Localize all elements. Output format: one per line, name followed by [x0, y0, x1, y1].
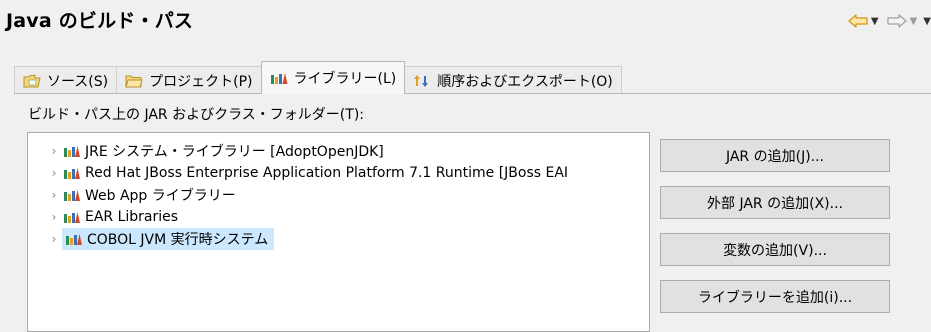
tab-underline	[14, 93, 931, 94]
expand-chevron-icon[interactable]: ›	[46, 210, 62, 224]
forward-button[interactable]: ▼	[885, 14, 920, 28]
tab-projects[interactable]: プロジェクト(P)	[116, 66, 262, 94]
tree-item-label: Web App ライブラリー	[85, 188, 236, 204]
tab-projects-label: プロジェクト(P)	[149, 73, 253, 90]
back-arrow-icon	[848, 14, 868, 28]
back-dropdown-chevron-icon[interactable]: ▼	[871, 16, 879, 27]
tab-source[interactable]: ソース(S)	[14, 66, 118, 94]
tree-item-label: COBOL JVM 実行時システム	[87, 232, 269, 248]
tree-item-label: EAR Libraries	[85, 209, 179, 225]
tree-item-label: Red Hat JBoss Enterprise Application Pla…	[85, 165, 569, 181]
source-folder-icon	[23, 74, 41, 88]
expand-chevron-icon[interactable]: ›	[46, 188, 62, 202]
tree-item-selected[interactable]: › COBOL JVM 実行時システム	[46, 228, 275, 250]
build-path-tree[interactable]: › JRE システム・ライブラリー [AdoptOpenJDK] › Red H…	[27, 132, 650, 332]
view-menu-chevron-icon[interactable]: ▼	[923, 16, 931, 27]
tree-item[interactable]: › Web App ライブラリー	[46, 184, 236, 206]
add-external-jar-button[interactable]: 外部 JAR の追加(X)...	[660, 186, 890, 219]
tab-bar: ソース(S) プロジェクト(P) ライブラリー(L) 順序およびエクスポート(O…	[14, 61, 622, 94]
expand-chevron-icon[interactable]: ›	[46, 232, 62, 246]
library-icon	[64, 167, 80, 179]
selection-highlight: COBOL JVM 実行時システム	[62, 228, 275, 250]
back-button[interactable]: ▼	[846, 14, 881, 28]
expand-chevron-icon[interactable]: ›	[46, 166, 62, 180]
tab-order-export-label: 順序およびエクスポート(O)	[437, 73, 613, 90]
tree-item[interactable]: › Red Hat JBoss Enterprise Application P…	[46, 162, 568, 184]
add-variable-button[interactable]: 変数の追加(V)...	[660, 233, 890, 266]
add-jar-button[interactable]: JAR の追加(J)...	[660, 139, 890, 172]
add-library-button[interactable]: ライブラリーを追加(i)...	[660, 280, 890, 313]
navigation-toolbar: ▼ ▼ ▼	[846, 10, 931, 32]
tab-libraries[interactable]: ライブラリー(L)	[260, 61, 406, 94]
tree-item-label: JRE システム・ライブラリー [AdoptOpenJDK]	[85, 144, 384, 160]
tab-order-export[interactable]: 順序およびエクスポート(O)	[404, 66, 622, 94]
tree-label: ビルド・パス上の JAR およびクラス・フォルダー(T):	[28, 107, 364, 123]
library-icon	[64, 145, 80, 157]
project-folder-icon	[125, 74, 143, 88]
library-icon	[64, 211, 80, 223]
expand-chevron-icon[interactable]: ›	[46, 144, 62, 158]
library-icon	[66, 233, 82, 245]
tab-source-label: ソース(S)	[47, 73, 109, 90]
forward-arrow-icon	[886, 14, 907, 28]
forward-dropdown-chevron-icon[interactable]: ▼	[910, 16, 918, 27]
tree-item[interactable]: › JRE システム・ライブラリー [AdoptOpenJDK]	[46, 140, 384, 162]
tab-libraries-label: ライブラリー(L)	[293, 71, 397, 87]
page-title: Java のビルド・パス	[6, 10, 194, 32]
tree-item[interactable]: › EAR Libraries	[46, 206, 178, 228]
library-icon	[64, 189, 80, 201]
order-export-icon	[413, 74, 431, 88]
library-icon	[270, 71, 288, 85]
